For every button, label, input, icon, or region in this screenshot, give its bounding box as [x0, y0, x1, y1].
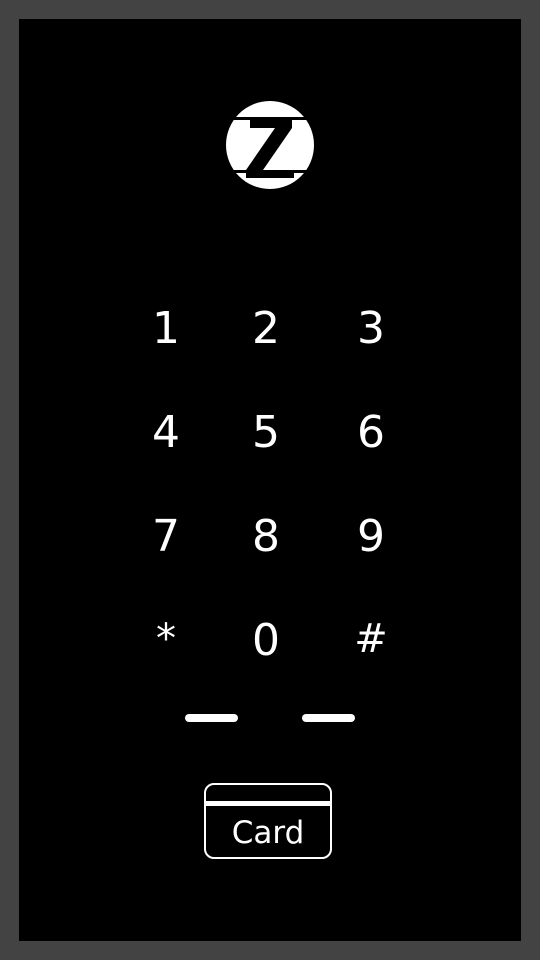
device-frame: 1 2 3 4 5 6 7 8 9 * 0 # Card — [0, 0, 540, 960]
key-4[interactable]: 4 — [126, 398, 206, 468]
key-2[interactable]: 2 — [226, 294, 306, 364]
key-hash[interactable]: # — [331, 604, 411, 674]
card-button[interactable]: Card — [204, 783, 332, 859]
key-1[interactable]: 1 — [126, 294, 206, 364]
key-star[interactable]: * — [126, 604, 206, 674]
key-6[interactable]: 6 — [331, 398, 411, 468]
card-stripe — [206, 801, 330, 806]
card-button-label: Card — [231, 815, 305, 851]
key-3[interactable]: 3 — [331, 294, 411, 364]
entry-indicator-left — [185, 714, 238, 722]
key-8[interactable]: 8 — [226, 502, 306, 572]
entry-indicator-right — [302, 714, 355, 722]
key-5[interactable]: 5 — [226, 398, 306, 468]
key-7[interactable]: 7 — [126, 502, 206, 572]
key-9[interactable]: 9 — [331, 502, 411, 572]
keypad-screen: 1 2 3 4 5 6 7 8 9 * 0 # Card — [19, 19, 521, 941]
key-0[interactable]: 0 — [226, 606, 306, 676]
